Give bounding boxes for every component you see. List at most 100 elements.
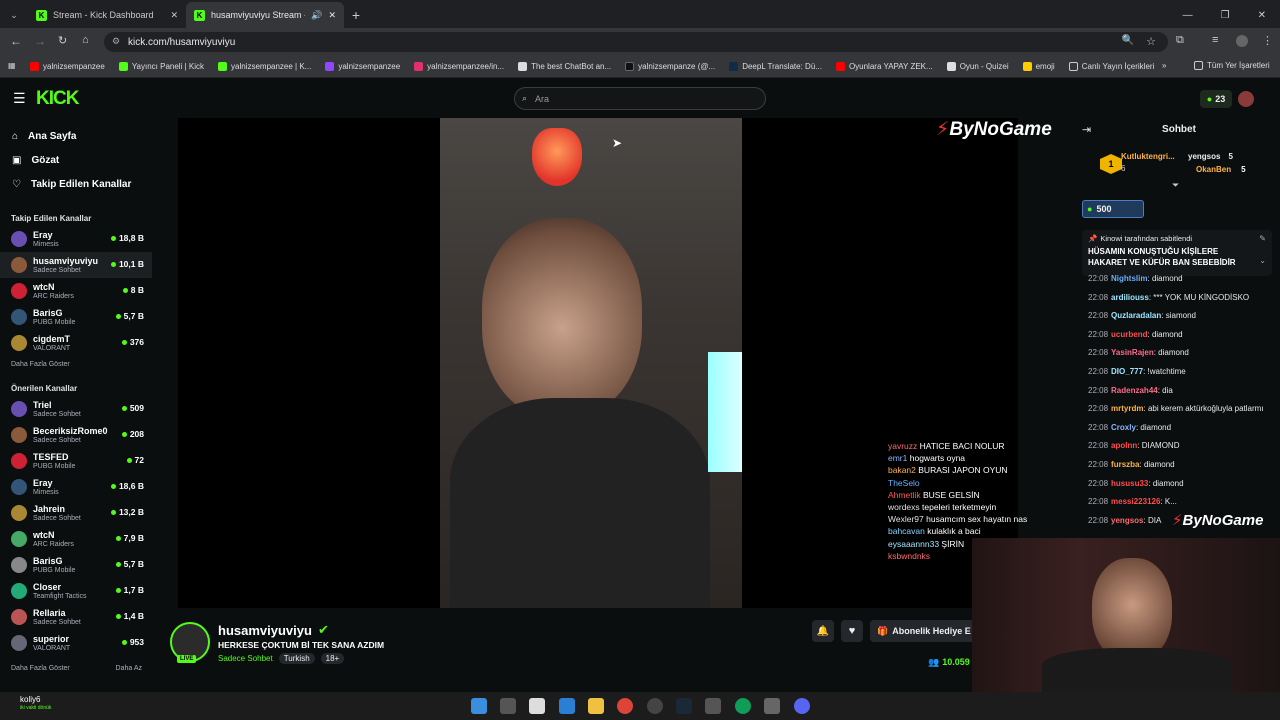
chat-message[interactable]: 22:08 ucurbend: diamond bbox=[1078, 326, 1280, 345]
bookmark-item[interactable]: Oyun - Quizei bbox=[946, 62, 1009, 71]
taskbar-user[interactable]: koliy6 iki vakti dönük bbox=[6, 695, 51, 713]
chat-message[interactable]: 22:08 Quzlaradalan: siamond bbox=[1078, 307, 1280, 326]
speaker-icon[interactable]: 🔊 bbox=[311, 10, 322, 21]
reload-icon[interactable]: ↻ bbox=[58, 34, 67, 47]
menu-icon[interactable]: ⋮ bbox=[1262, 34, 1273, 47]
channel-points[interactable]: ● 500 bbox=[1082, 200, 1144, 218]
sidebar-channel[interactable]: Rellaria Sadece Sohbet 1,4 B bbox=[0, 604, 152, 630]
minimize-icon[interactable]: — bbox=[1183, 10, 1193, 21]
expand-pinned-icon[interactable]: ⌄ bbox=[1259, 256, 1266, 265]
bookmark-item[interactable]: emoji bbox=[1022, 62, 1055, 71]
chat-username[interactable]: DIO_777 bbox=[1111, 367, 1143, 376]
sidebar-channel[interactable]: Closer Teamfight Tactics 1,7 B bbox=[0, 578, 152, 604]
bookmark-item[interactable]: yalnizsempanzee/in... bbox=[414, 62, 504, 71]
profile-avatar[interactable] bbox=[1236, 35, 1248, 47]
chat-username[interactable]: Nightslim bbox=[1111, 274, 1147, 283]
bookmark-item[interactable]: Yayıncı Paneli | Kick bbox=[118, 62, 204, 71]
chat-message[interactable]: 22:08 apolnn: DIAMOND bbox=[1078, 437, 1280, 456]
bookmark-item[interactable]: yalnizsempanze (@... bbox=[625, 62, 715, 71]
chat-message[interactable]: 22:08 ardiliouss: *** YOK MU KİNGODİSKO bbox=[1078, 289, 1280, 308]
nav-browse[interactable]: ▣ Gözat bbox=[0, 148, 152, 172]
chat-message[interactable]: 22:08 messi223126: K... bbox=[1078, 493, 1280, 512]
close-icon[interactable]: ✕ bbox=[328, 10, 336, 21]
tab-list-icon[interactable]: ⌄ bbox=[0, 2, 28, 28]
follow-button[interactable]: ♥ bbox=[841, 620, 863, 642]
chat-message[interactable]: 22:08 furszba: diamond bbox=[1078, 456, 1280, 475]
task-view-icon[interactable] bbox=[500, 698, 516, 714]
chat-username[interactable]: Croxly bbox=[1111, 423, 1136, 432]
tag-language[interactable]: Turkish bbox=[278, 653, 315, 664]
sidebar-channel[interactable]: BeceriksizRome0 Sadece Sohbet 208 bbox=[0, 422, 152, 448]
sidebar-channel[interactable]: Triel Sadece Sohbet 509 bbox=[0, 396, 152, 422]
url-input[interactable]: ⚙ kick.com/husamviyuviyu 🔍 ☆ bbox=[104, 32, 1168, 52]
home-icon[interactable]: ⌂ bbox=[82, 34, 89, 46]
kick-logo[interactable]: KICK bbox=[36, 88, 79, 110]
category-link[interactable]: Sadece Sohbet bbox=[218, 654, 273, 663]
chat-message[interactable]: 22:08 Nightslim: diamond bbox=[1078, 270, 1280, 289]
search-input[interactable]: ⌕ Ara bbox=[514, 87, 766, 110]
sidebar-channel[interactable]: BarisG PUBG Mobile 5,7 B bbox=[0, 552, 152, 578]
chat-username[interactable]: Quzlaradalan bbox=[1111, 311, 1161, 320]
bookmark-folder[interactable]: Canlı Yayın İçerikleri bbox=[1068, 62, 1154, 71]
sidebar-channel[interactable]: Eray Mimesis 18,8 B bbox=[0, 226, 152, 252]
browser-tab-dashboard[interactable]: K Stream - Kick Dashboard ✕ bbox=[28, 2, 186, 28]
steam-icon[interactable] bbox=[676, 698, 692, 714]
photos-icon[interactable] bbox=[559, 698, 575, 714]
show-more-followed[interactable]: Daha Fazla Göster bbox=[0, 356, 152, 372]
nav-following[interactable]: ♡ Takip Edilen Kanallar bbox=[0, 172, 152, 196]
bookmark-item[interactable]: Oyunlara YAPAY ZEK... bbox=[835, 62, 933, 71]
chat-username[interactable]: furszba bbox=[1111, 460, 1139, 469]
chat-username[interactable]: yengsos bbox=[1111, 516, 1143, 525]
apps-icon[interactable]: ▦ bbox=[8, 61, 16, 70]
site-info-icon[interactable]: ⚙ bbox=[112, 36, 120, 47]
bookmark-item[interactable]: The best ChatBot an... bbox=[518, 62, 611, 71]
leader-name[interactable]: OkanBen bbox=[1196, 165, 1231, 174]
chat-message[interactable]: 22:08 YasinRajen: diamond bbox=[1078, 344, 1280, 363]
discord-icon[interactable] bbox=[794, 698, 810, 714]
kicks-balance[interactable]: ● 23 bbox=[1200, 90, 1232, 108]
browser-tab-stream[interactable]: K husamviyuviyu Stream - W 🔊 ✕ bbox=[186, 2, 344, 28]
sidebar-channel[interactable]: husamviyuviyu Sadece Sohbet 10,1 B bbox=[0, 252, 152, 278]
chat-username[interactable]: YasinRajen bbox=[1111, 348, 1154, 357]
notification-bell-button[interactable]: 🔔 bbox=[812, 620, 834, 642]
back-icon[interactable]: ← bbox=[10, 34, 22, 48]
chat-message[interactable]: 22:08 hususu33: diamond bbox=[1078, 475, 1280, 494]
sidebar-channel[interactable]: cigdemT VALORANT 376 bbox=[0, 330, 152, 356]
chat-username[interactable]: ardiliouss bbox=[1111, 293, 1149, 302]
user-avatar[interactable] bbox=[1238, 91, 1254, 107]
chat-username[interactable]: mrtyrdm bbox=[1111, 404, 1143, 413]
chrome-icon[interactable] bbox=[617, 698, 633, 714]
maximize-icon[interactable]: ❐ bbox=[1221, 10, 1230, 21]
close-icon[interactable]: ✕ bbox=[170, 10, 178, 21]
nav-home[interactable]: ⌂ Ana Sayfa bbox=[0, 124, 152, 148]
hamburger-menu-icon[interactable]: ☰ bbox=[13, 90, 26, 107]
file-explorer-icon[interactable] bbox=[588, 698, 604, 714]
chat-message[interactable]: 22:08 mrtyrdm: abi kerem aktürkoğluyla pa… bbox=[1078, 400, 1280, 419]
expand-leaderboard-icon[interactable]: ⏷ bbox=[1172, 180, 1179, 191]
chat-username[interactable]: hususu33 bbox=[1111, 479, 1148, 488]
chat-message[interactable]: 22:08 Croxly: diamond bbox=[1078, 419, 1280, 438]
show-less-recommended[interactable]: Daha Az bbox=[105, 660, 142, 676]
windows-start-icon[interactable] bbox=[471, 698, 487, 714]
leader-name[interactable]: yengsos bbox=[1188, 152, 1220, 161]
sidebar-channel[interactable]: wtcN ARC Raiders 8 B bbox=[0, 278, 152, 304]
sidebar-channel[interactable]: TESFED PUBG Mobile 72 bbox=[0, 448, 152, 474]
bookmark-item[interactable]: yalnizsempanzee bbox=[30, 62, 105, 71]
bookmark-item[interactable]: yalnizsempanzee bbox=[325, 62, 400, 71]
settings-icon[interactable] bbox=[764, 698, 780, 714]
forward-icon[interactable]: → bbox=[34, 34, 46, 48]
unpin-icon[interactable]: ✎ bbox=[1259, 234, 1266, 243]
chat-message[interactable]: 22:08 Radenzah44: dia bbox=[1078, 382, 1280, 401]
zoom-icon[interactable]: 🔍 bbox=[1122, 35, 1134, 46]
extensions-icon[interactable]: ⧉ bbox=[1176, 34, 1184, 47]
sidebar-channel[interactable]: Eray Mimesis 18,6 B bbox=[0, 474, 152, 500]
chrome-active-icon[interactable] bbox=[735, 698, 751, 714]
close-window-icon[interactable]: ✕ bbox=[1258, 10, 1266, 21]
new-tab-icon[interactable]: + bbox=[344, 2, 368, 28]
sidebar-channel[interactable]: BarisG PUBG Mobile 5,7 B bbox=[0, 304, 152, 330]
media-icon[interactable]: ≡ bbox=[1212, 34, 1218, 46]
sidebar-channel[interactable]: wtcN ARC Raiders 7,9 B bbox=[0, 526, 152, 552]
channel-name[interactable]: husamviyuviyu bbox=[218, 623, 312, 638]
chat-username[interactable]: ucurbend bbox=[1111, 330, 1147, 339]
notepad-icon[interactable] bbox=[529, 698, 545, 714]
